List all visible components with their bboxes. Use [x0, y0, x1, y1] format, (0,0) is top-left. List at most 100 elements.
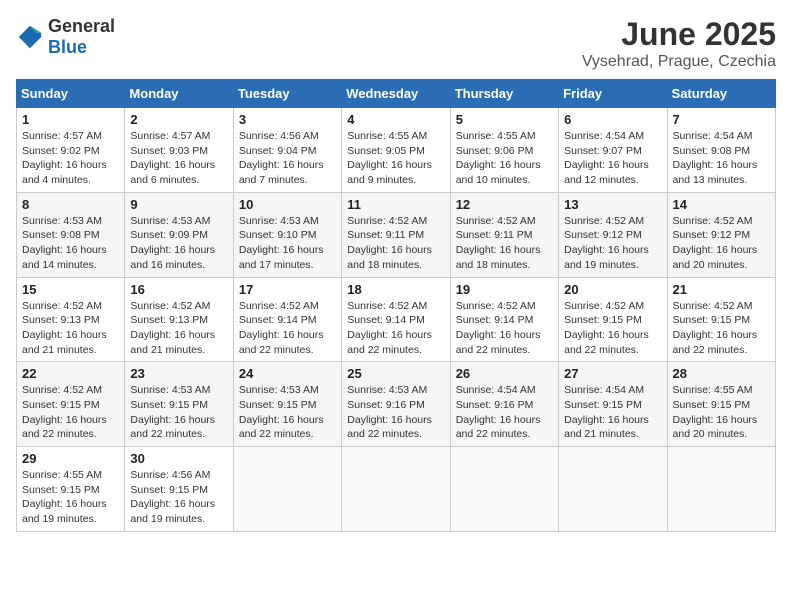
- calendar-cell: [559, 447, 667, 532]
- day-info: Sunrise: 4:52 AM Sunset: 9:12 PM Dayligh…: [673, 214, 770, 273]
- day-number: 11: [347, 197, 444, 212]
- day-info: Sunrise: 4:52 AM Sunset: 9:13 PM Dayligh…: [22, 299, 119, 358]
- calendar-row: 22 Sunrise: 4:52 AM Sunset: 9:15 PM Dayl…: [17, 362, 776, 447]
- day-info: Sunrise: 4:52 AM Sunset: 9:13 PM Dayligh…: [130, 299, 227, 358]
- col-friday: Friday: [559, 80, 667, 108]
- calendar-cell: 19 Sunrise: 4:52 AM Sunset: 9:14 PM Dayl…: [450, 277, 558, 362]
- month-title: June 2025: [582, 16, 776, 53]
- calendar-cell: 13 Sunrise: 4:52 AM Sunset: 9:12 PM Dayl…: [559, 192, 667, 277]
- calendar-cell: 3 Sunrise: 4:56 AM Sunset: 9:04 PM Dayli…: [233, 108, 341, 193]
- day-info: Sunrise: 4:53 AM Sunset: 9:15 PM Dayligh…: [130, 383, 227, 442]
- day-number: 30: [130, 451, 227, 466]
- day-number: 12: [456, 197, 553, 212]
- day-number: 1: [22, 112, 119, 127]
- calendar-row: 8 Sunrise: 4:53 AM Sunset: 9:08 PM Dayli…: [17, 192, 776, 277]
- day-number: 29: [22, 451, 119, 466]
- day-info: Sunrise: 4:53 AM Sunset: 9:15 PM Dayligh…: [239, 383, 336, 442]
- day-number: 8: [22, 197, 119, 212]
- day-number: 10: [239, 197, 336, 212]
- day-number: 7: [673, 112, 770, 127]
- day-info: Sunrise: 4:52 AM Sunset: 9:15 PM Dayligh…: [22, 383, 119, 442]
- calendar-row: 1 Sunrise: 4:57 AM Sunset: 9:02 PM Dayli…: [17, 108, 776, 193]
- calendar-cell: 30 Sunrise: 4:56 AM Sunset: 9:15 PM Dayl…: [125, 447, 233, 532]
- calendar-cell: 7 Sunrise: 4:54 AM Sunset: 9:08 PM Dayli…: [667, 108, 775, 193]
- day-number: 13: [564, 197, 661, 212]
- day-info: Sunrise: 4:53 AM Sunset: 9:09 PM Dayligh…: [130, 214, 227, 273]
- day-info: Sunrise: 4:52 AM Sunset: 9:15 PM Dayligh…: [673, 299, 770, 358]
- calendar-cell: 18 Sunrise: 4:52 AM Sunset: 9:14 PM Dayl…: [342, 277, 450, 362]
- calendar-cell: 22 Sunrise: 4:52 AM Sunset: 9:15 PM Dayl…: [17, 362, 125, 447]
- calendar-cell: 28 Sunrise: 4:55 AM Sunset: 9:15 PM Dayl…: [667, 362, 775, 447]
- calendar-row: 15 Sunrise: 4:52 AM Sunset: 9:13 PM Dayl…: [17, 277, 776, 362]
- day-number: 6: [564, 112, 661, 127]
- logo-blue: Blue: [48, 37, 87, 57]
- day-info: Sunrise: 4:55 AM Sunset: 9:15 PM Dayligh…: [22, 468, 119, 527]
- day-number: 3: [239, 112, 336, 127]
- calendar-cell: 11 Sunrise: 4:52 AM Sunset: 9:11 PM Dayl…: [342, 192, 450, 277]
- day-info: Sunrise: 4:52 AM Sunset: 9:14 PM Dayligh…: [239, 299, 336, 358]
- col-wednesday: Wednesday: [342, 80, 450, 108]
- location-title: Vysehrad, Prague, Czechia: [582, 53, 776, 71]
- day-info: Sunrise: 4:53 AM Sunset: 9:16 PM Dayligh…: [347, 383, 444, 442]
- calendar-cell: 24 Sunrise: 4:53 AM Sunset: 9:15 PM Dayl…: [233, 362, 341, 447]
- calendar-cell: 8 Sunrise: 4:53 AM Sunset: 9:08 PM Dayli…: [17, 192, 125, 277]
- calendar-cell: 26 Sunrise: 4:54 AM Sunset: 9:16 PM Dayl…: [450, 362, 558, 447]
- calendar-cell: 14 Sunrise: 4:52 AM Sunset: 9:12 PM Dayl…: [667, 192, 775, 277]
- day-info: Sunrise: 4:53 AM Sunset: 9:08 PM Dayligh…: [22, 214, 119, 273]
- calendar-table: Sunday Monday Tuesday Wednesday Thursday…: [16, 79, 776, 532]
- calendar-cell: 23 Sunrise: 4:53 AM Sunset: 9:15 PM Dayl…: [125, 362, 233, 447]
- day-info: Sunrise: 4:52 AM Sunset: 9:14 PM Dayligh…: [347, 299, 444, 358]
- calendar-cell: 2 Sunrise: 4:57 AM Sunset: 9:03 PM Dayli…: [125, 108, 233, 193]
- day-info: Sunrise: 4:54 AM Sunset: 9:16 PM Dayligh…: [456, 383, 553, 442]
- calendar-cell: 15 Sunrise: 4:52 AM Sunset: 9:13 PM Dayl…: [17, 277, 125, 362]
- calendar-cell: [342, 447, 450, 532]
- day-number: 14: [673, 197, 770, 212]
- day-info: Sunrise: 4:56 AM Sunset: 9:04 PM Dayligh…: [239, 129, 336, 188]
- logo-icon: [16, 23, 44, 51]
- title-area: June 2025 Vysehrad, Prague, Czechia: [582, 16, 776, 71]
- col-thursday: Thursday: [450, 80, 558, 108]
- calendar-row: 29 Sunrise: 4:55 AM Sunset: 9:15 PM Dayl…: [17, 447, 776, 532]
- day-number: 9: [130, 197, 227, 212]
- calendar-cell: 4 Sunrise: 4:55 AM Sunset: 9:05 PM Dayli…: [342, 108, 450, 193]
- calendar-cell: 27 Sunrise: 4:54 AM Sunset: 9:15 PM Dayl…: [559, 362, 667, 447]
- day-number: 28: [673, 366, 770, 381]
- calendar-cell: 6 Sunrise: 4:54 AM Sunset: 9:07 PM Dayli…: [559, 108, 667, 193]
- day-info: Sunrise: 4:56 AM Sunset: 9:15 PM Dayligh…: [130, 468, 227, 527]
- day-number: 22: [22, 366, 119, 381]
- day-info: Sunrise: 4:53 AM Sunset: 9:10 PM Dayligh…: [239, 214, 336, 273]
- day-number: 26: [456, 366, 553, 381]
- calendar-cell: 29 Sunrise: 4:55 AM Sunset: 9:15 PM Dayl…: [17, 447, 125, 532]
- day-number: 23: [130, 366, 227, 381]
- logo: General Blue: [16, 16, 115, 58]
- col-sunday: Sunday: [17, 80, 125, 108]
- calendar-cell: 16 Sunrise: 4:52 AM Sunset: 9:13 PM Dayl…: [125, 277, 233, 362]
- day-info: Sunrise: 4:54 AM Sunset: 9:15 PM Dayligh…: [564, 383, 661, 442]
- calendar-cell: [233, 447, 341, 532]
- day-number: 5: [456, 112, 553, 127]
- calendar-header-row: Sunday Monday Tuesday Wednesday Thursday…: [17, 80, 776, 108]
- calendar-cell: 5 Sunrise: 4:55 AM Sunset: 9:06 PM Dayli…: [450, 108, 558, 193]
- page-header: General Blue June 2025 Vysehrad, Prague,…: [16, 16, 776, 71]
- day-number: 25: [347, 366, 444, 381]
- day-info: Sunrise: 4:52 AM Sunset: 9:11 PM Dayligh…: [347, 214, 444, 273]
- col-saturday: Saturday: [667, 80, 775, 108]
- day-info: Sunrise: 4:55 AM Sunset: 9:05 PM Dayligh…: [347, 129, 444, 188]
- calendar-cell: 10 Sunrise: 4:53 AM Sunset: 9:10 PM Dayl…: [233, 192, 341, 277]
- day-number: 27: [564, 366, 661, 381]
- calendar-cell: [667, 447, 775, 532]
- day-info: Sunrise: 4:54 AM Sunset: 9:07 PM Dayligh…: [564, 129, 661, 188]
- day-number: 20: [564, 282, 661, 297]
- day-info: Sunrise: 4:52 AM Sunset: 9:15 PM Dayligh…: [564, 299, 661, 358]
- calendar-cell: 12 Sunrise: 4:52 AM Sunset: 9:11 PM Dayl…: [450, 192, 558, 277]
- day-info: Sunrise: 4:57 AM Sunset: 9:02 PM Dayligh…: [22, 129, 119, 188]
- calendar-cell: 20 Sunrise: 4:52 AM Sunset: 9:15 PM Dayl…: [559, 277, 667, 362]
- day-number: 21: [673, 282, 770, 297]
- calendar-cell: 21 Sunrise: 4:52 AM Sunset: 9:15 PM Dayl…: [667, 277, 775, 362]
- day-number: 16: [130, 282, 227, 297]
- col-monday: Monday: [125, 80, 233, 108]
- day-info: Sunrise: 4:55 AM Sunset: 9:15 PM Dayligh…: [673, 383, 770, 442]
- calendar-cell: 1 Sunrise: 4:57 AM Sunset: 9:02 PM Dayli…: [17, 108, 125, 193]
- day-info: Sunrise: 4:55 AM Sunset: 9:06 PM Dayligh…: [456, 129, 553, 188]
- col-tuesday: Tuesday: [233, 80, 341, 108]
